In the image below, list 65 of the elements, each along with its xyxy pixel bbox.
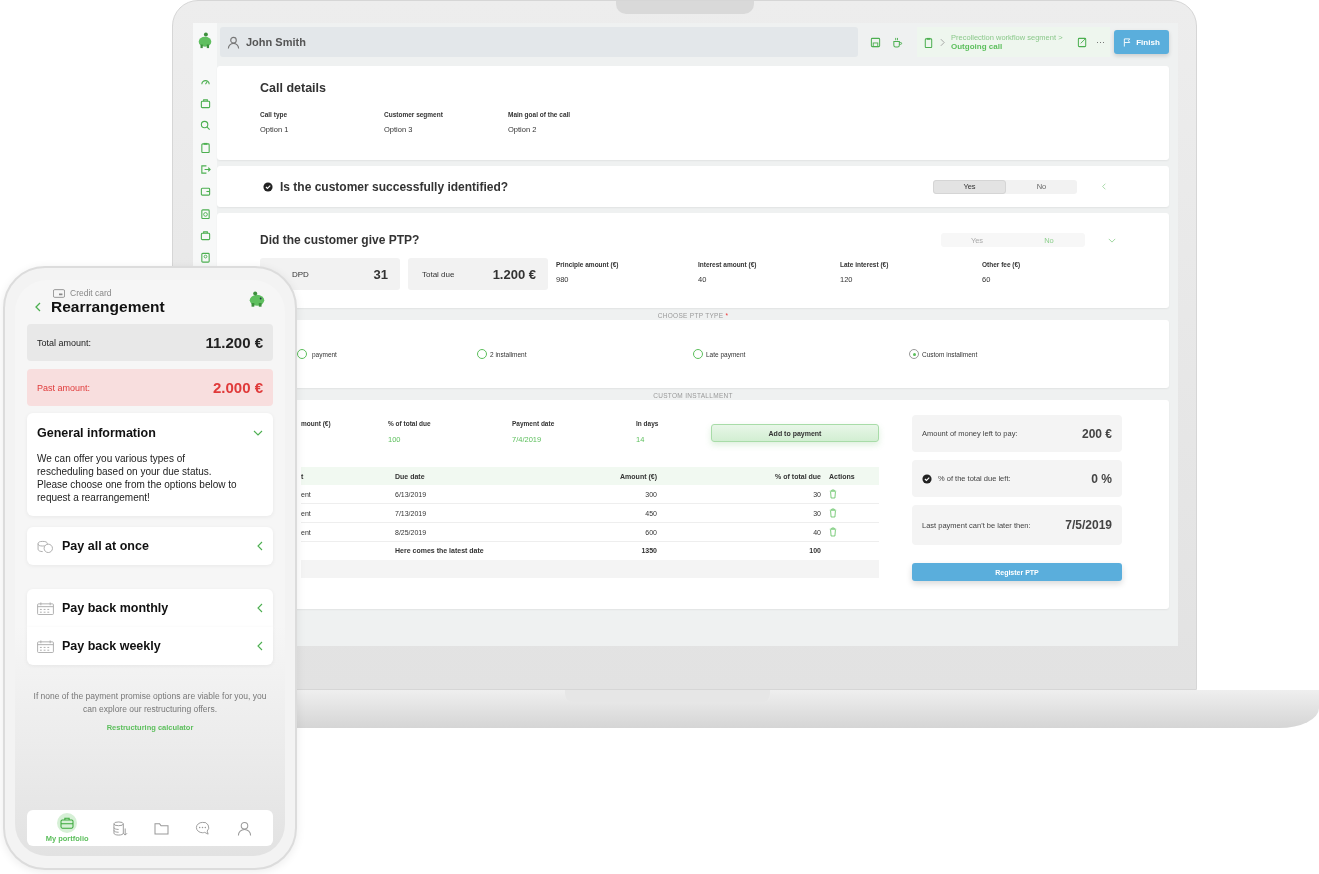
user-icon (236, 820, 252, 836)
chat-bubble-icon (195, 820, 211, 836)
chevron-down-icon[interactable] (1108, 236, 1116, 244)
search-icon[interactable] (199, 120, 211, 131)
stat-label: DPD (292, 269, 309, 279)
option-label: Pay all at once (62, 539, 150, 553)
credit-card-icon (53, 288, 65, 298)
screen-title: Rearrangement (51, 298, 165, 316)
chevron-left-icon (257, 641, 263, 651)
note-text: If none of the payment promise options are viable for you, you can explore our restructuring offers. (32, 690, 268, 716)
option-label: Pay back weekly (62, 639, 162, 653)
option-card[interactable]: Pay all at once (27, 527, 273, 565)
amount-value: 2.000 € (212, 379, 263, 396)
customer-name: John Smith (246, 36, 306, 48)
clipboard-icon[interactable] (199, 208, 211, 219)
summary-value: 200 € (1081, 426, 1112, 441)
summary-value: 0 % (1091, 471, 1112, 486)
chevron-left-icon[interactable] (1100, 183, 1108, 190)
briefcase-icon[interactable] (199, 230, 211, 241)
option-label: Pay back monthly (62, 601, 170, 615)
stat-label: Total due (422, 269, 455, 279)
contact-icon[interactable] (199, 252, 211, 263)
note-icon[interactable] (1077, 36, 1088, 48)
question-text: Is the customer successfully identified? (280, 179, 510, 194)
piggy-bank-icon (196, 31, 214, 49)
option-card[interactable]: Pay back weekly (27, 627, 273, 665)
card-title: General information (37, 426, 156, 440)
question-text: Did the customer give PTP? (260, 233, 421, 247)
briefcase-icon[interactable] (199, 98, 211, 109)
more-button[interactable]: ··· (1088, 37, 1105, 47)
exit-icon[interactable] (199, 164, 211, 175)
coins-icon (37, 539, 54, 553)
back-icon[interactable] (35, 302, 41, 312)
piggy-bank-icon (247, 290, 267, 307)
stat-value: 31 (373, 266, 388, 282)
wallet-icon[interactable] (199, 186, 211, 197)
trash-icon[interactable] (829, 508, 837, 518)
info-text: We can offer you various types of rescheduling based on your due status. Please choose one from the options below to request a rearrangement! (37, 452, 238, 504)
clipboard-icon[interactable] (923, 36, 934, 48)
calendar-icon (37, 601, 54, 615)
chevron-left-icon (257, 603, 263, 613)
stat-value: 1.200 € (492, 266, 536, 282)
folder-icon (153, 821, 169, 835)
section-title: Call details (260, 81, 327, 95)
trash-icon[interactable] (829, 489, 837, 499)
subtitle: Credit card (70, 288, 112, 298)
check-circle-icon (263, 181, 273, 192)
summary-value: 7/5/2019 (1065, 518, 1112, 532)
save-icon[interactable] (870, 36, 881, 48)
workflow-step: Outgoing call (951, 42, 1071, 51)
coins-icon (112, 820, 128, 836)
chevron-left-icon (257, 541, 263, 551)
amount-label: Total amount: (37, 337, 92, 348)
coffee-cup-icon[interactable] (892, 36, 903, 48)
amount-value: 11.200 € (205, 334, 263, 351)
option-card[interactable]: Pay back monthly (27, 589, 273, 627)
calendar-icon (37, 639, 54, 653)
briefcase-icon (60, 817, 75, 829)
user-icon (227, 35, 240, 49)
chevron-down-icon[interactable] (253, 430, 263, 436)
trash-icon[interactable] (829, 527, 837, 537)
amount-label: Past amount: (37, 382, 91, 393)
flag-icon (1123, 37, 1133, 47)
chevron-right-icon (940, 37, 945, 47)
clipboard-icon[interactable] (199, 142, 211, 153)
